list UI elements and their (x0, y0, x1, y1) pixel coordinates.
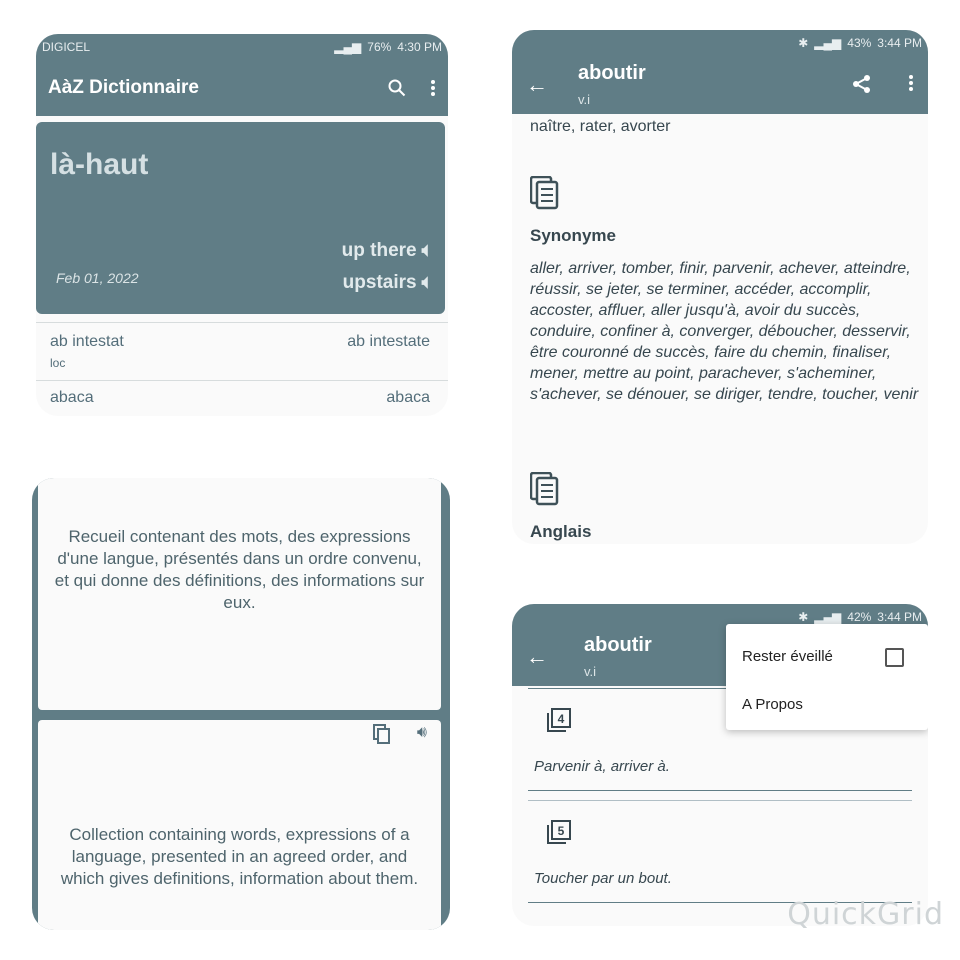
app-bar: AàZ Dictionnaire (36, 60, 448, 116)
list-item-english: ab intestate (347, 333, 430, 350)
copy-list-icon[interactable] (529, 175, 560, 215)
list-item-french: ab intestat (50, 333, 124, 350)
antonyms-text: naître, rater, avorter (530, 118, 671, 135)
menu-item-about[interactable]: A Propos (742, 696, 803, 713)
part-of-speech: v.i (584, 664, 597, 679)
list-item-english: abaca (386, 389, 430, 406)
signal-icon: ▂▄▆ (814, 610, 842, 624)
clock: 4:30 PM (397, 40, 442, 54)
synonyme-heading: Synonyme (530, 226, 616, 245)
word-detail-menu-screen: ✱ ▂▄▆ 42% 3:44 PM ← aboutir v.i 4 Parven… (512, 604, 928, 926)
divider (528, 790, 912, 791)
app-bar: ✱ ▂▄▆ 43% 3:44 PM ← aboutir v.i (512, 30, 928, 114)
signal-icon: ▂▄▆ (814, 36, 842, 50)
word-detail-screen: ✱ ▂▄▆ 43% 3:44 PM ← aboutir v.i naître, … (512, 30, 928, 544)
search-icon[interactable] (388, 79, 406, 97)
more-vert-icon[interactable] (430, 79, 436, 97)
word-title: aboutir (578, 62, 646, 84)
copy-list-icon[interactable] (529, 471, 560, 511)
stay-awake-checkbox[interactable] (885, 648, 904, 667)
battery-level: 76% (367, 40, 392, 54)
divider (528, 800, 912, 801)
battery-level: 42% (847, 610, 872, 624)
speaker-icon[interactable]: 🔊︎ (417, 724, 427, 742)
speaker-icon[interactable]: 🔈︎ (422, 240, 433, 262)
menu-item-stay-awake[interactable]: Rester éveillé (742, 648, 833, 665)
anglais-heading: Anglais (530, 522, 592, 541)
dictionary-home-screen: DIGICEL ▂▄▆ 76% 4:30 PM AàZ Dictionnaire… (36, 34, 448, 416)
signal-icon: ▂▄▆ (334, 40, 362, 54)
translation-text: upstairs (342, 272, 417, 293)
share-icon[interactable] (852, 74, 872, 94)
watermark-logo: QuickGrid (787, 897, 944, 932)
english-definition-text: Collection containing words, expressions… (60, 825, 419, 888)
word-title: là-haut (50, 148, 149, 181)
copy-icon[interactable] (373, 724, 391, 749)
english-definition-card: 🔊︎ Collection containing words, expressi… (38, 720, 441, 930)
clock: 3:44 PM (877, 610, 922, 624)
back-arrow-icon[interactable]: ← (526, 72, 548, 98)
part-of-speech: v.i (578, 92, 591, 107)
list-item[interactable]: ab intestat loc ab intestate (36, 322, 448, 380)
list-item[interactable]: abaca abaca (36, 380, 448, 416)
synonyme-text: aller, arriver, tomber, finir, parvenir,… (530, 260, 919, 403)
carrier-label: DIGICEL (42, 40, 91, 54)
word-date: Feb 01, 2022 (56, 270, 139, 286)
status-bar: DIGICEL ▂▄▆ 76% 4:30 PM (36, 34, 448, 60)
word-title: aboutir (584, 634, 652, 656)
clock: 3:44 PM (877, 36, 922, 50)
overflow-menu: Rester éveillé A Propos (726, 624, 928, 730)
list-item-pos: loc (50, 356, 66, 370)
svg-text:5: 5 (558, 824, 565, 838)
app-title: AàZ Dictionnaire (48, 77, 199, 98)
bluetooth-icon: ✱ (798, 36, 809, 50)
back-arrow-icon[interactable]: ← (526, 644, 548, 670)
translation-item: up there 🔈︎ (342, 240, 433, 262)
definition-text: Toucher par un bout. (534, 870, 672, 887)
translation-item: upstairs 🔈︎ (343, 272, 433, 294)
more-vert-icon[interactable] (908, 74, 914, 92)
svg-text:4: 4 (558, 712, 565, 726)
status-bar: ✱ ▂▄▆ 43% 3:44 PM (512, 30, 928, 56)
list-item-french: abaca (50, 389, 94, 406)
french-definition-card: Recueil contenant des mots, des expressi… (38, 478, 441, 710)
speaker-icon[interactable]: 🔈︎ (422, 272, 433, 294)
definition-number: 5 (546, 820, 572, 847)
bluetooth-icon: ✱ (798, 610, 809, 624)
definition-number: 4 (546, 708, 572, 735)
battery-level: 43% (847, 36, 872, 50)
definition-screen: Recueil contenant des mots, des expressi… (32, 478, 450, 930)
word-of-day-card[interactable]: là-haut Feb 01, 2022 up there 🔈︎ upstair… (36, 122, 445, 314)
french-definition-text: Recueil contenant des mots, des expressi… (54, 527, 425, 612)
definition-text: Parvenir à, arriver à. (534, 758, 670, 775)
translation-text: up there (341, 240, 417, 261)
